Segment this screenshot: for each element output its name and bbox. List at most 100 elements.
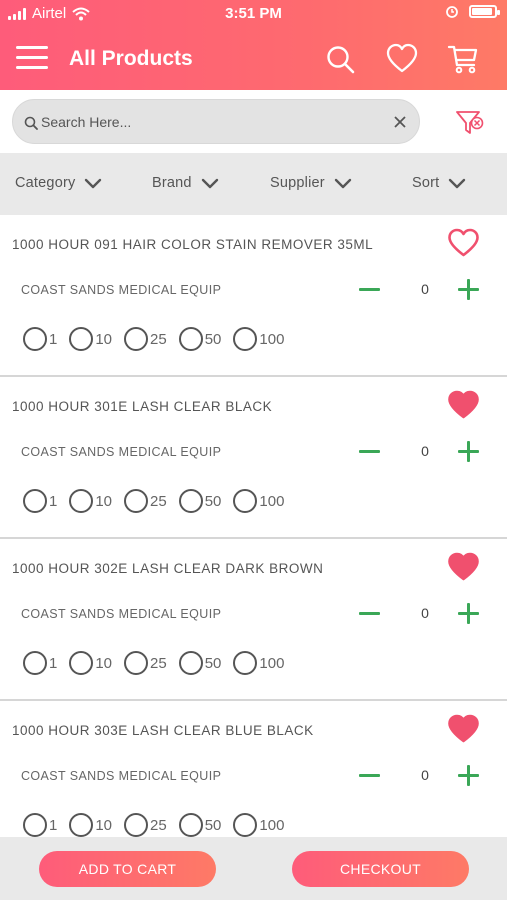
search-input[interactable] — [41, 100, 391, 143]
qty-preset-25[interactable]: 25 — [124, 489, 167, 513]
search-small-icon — [24, 116, 38, 130]
app-header: All Products — [0, 28, 507, 90]
qty-preset-1[interactable]: 1 — [23, 651, 57, 675]
qty-preset-25[interactable]: 25 — [124, 813, 167, 837]
product-card: 1000 HOUR 303E LASH CLEAR BLUE BLACK COA… — [0, 701, 507, 837]
product-list: 1000 HOUR 091 HAIR COLOR STAIN REMOVER 3… — [0, 215, 507, 837]
preset-label: 10 — [95, 816, 113, 834]
quantity-decrease-button[interactable] — [359, 279, 381, 301]
preset-label: 25 — [150, 654, 167, 672]
qty-preset-100[interactable]: 100 — [233, 651, 284, 675]
filter-label: Category — [15, 175, 76, 191]
preset-label: 25 — [150, 816, 167, 834]
qty-preset-100[interactable]: 100 — [233, 327, 284, 351]
menu-button[interactable] — [16, 46, 48, 72]
quantity-presets: 1 10 25 50 100 — [23, 651, 296, 675]
quantity-increase-button[interactable] — [458, 765, 480, 787]
qty-preset-10[interactable]: 10 — [69, 651, 112, 675]
alarm-icon — [446, 6, 458, 18]
favorite-heart-icon[interactable] — [447, 552, 480, 582]
radio-icon — [178, 813, 203, 837]
preset-label: 1 — [49, 330, 58, 348]
qty-preset-25[interactable]: 25 — [124, 651, 167, 675]
qty-preset-50[interactable]: 50 — [178, 813, 222, 837]
filter-category[interactable]: Category — [15, 175, 102, 191]
radio-icon — [233, 327, 258, 351]
quantity-increase-button[interactable] — [458, 441, 480, 463]
radio-icon — [23, 327, 47, 351]
quantity-decrease-button[interactable] — [359, 603, 381, 625]
quantity-value: 0 — [421, 605, 429, 621]
qty-preset-50[interactable]: 50 — [178, 489, 222, 513]
filter-supplier[interactable]: Supplier — [270, 175, 352, 191]
filter-sort[interactable]: Sort — [412, 175, 466, 191]
quantity-decrease-button[interactable] — [359, 441, 381, 463]
clear-search-icon[interactable] — [391, 113, 409, 131]
cart-icon[interactable] — [447, 43, 479, 75]
battery-icon — [469, 4, 500, 18]
qty-preset-100[interactable]: 100 — [233, 489, 284, 513]
filter-brand[interactable]: Brand — [152, 175, 219, 191]
preset-label: 1 — [49, 492, 58, 510]
radio-icon — [233, 813, 258, 837]
quantity-increase-button[interactable] — [458, 279, 480, 301]
qty-preset-25[interactable]: 25 — [124, 327, 167, 351]
qty-preset-1[interactable]: 1 — [23, 489, 57, 513]
product-supplier: COAST SANDS MEDICAL EQUIP — [21, 607, 222, 621]
quantity-presets: 1 10 25 50 100 — [23, 327, 296, 351]
quantity-presets: 1 10 25 50 100 — [23, 489, 296, 513]
status-time: 3:51 PM — [225, 5, 282, 22]
radio-icon — [124, 327, 149, 351]
favorite-heart-icon[interactable] — [447, 228, 480, 258]
preset-label: 10 — [95, 330, 113, 348]
radio-icon — [178, 489, 203, 513]
product-supplier: COAST SANDS MEDICAL EQUIP — [21, 769, 222, 783]
chevron-down-icon — [85, 178, 102, 188]
quantity-value: 0 — [421, 281, 429, 297]
preset-label: 50 — [204, 492, 222, 510]
search-icon[interactable] — [324, 43, 356, 75]
preset-label: 50 — [204, 816, 222, 834]
chevron-down-icon — [201, 178, 218, 188]
quantity-increase-button[interactable] — [458, 603, 480, 625]
quantity-decrease-button[interactable] — [359, 765, 381, 787]
quantity-value: 0 — [421, 767, 429, 783]
favorite-heart-icon[interactable] — [447, 714, 480, 744]
product-name: 1000 HOUR 302E LASH CLEAR DARK BROWN — [12, 561, 324, 576]
preset-label: 25 — [150, 330, 167, 348]
qty-preset-10[interactable]: 10 — [69, 327, 112, 351]
preset-label: 50 — [204, 654, 222, 672]
qty-preset-50[interactable]: 50 — [178, 327, 221, 351]
filter-label: Sort — [412, 175, 440, 191]
preset-label: 1 — [49, 816, 58, 834]
radio-icon — [178, 327, 203, 351]
qty-preset-1[interactable]: 1 — [23, 327, 57, 351]
radio-icon — [233, 489, 258, 513]
qty-preset-1[interactable]: 1 — [23, 813, 57, 837]
product-name: 1000 HOUR 091 HAIR COLOR STAIN REMOVER 3… — [12, 237, 374, 252]
radio-icon — [69, 651, 94, 675]
heart-icon[interactable] — [386, 43, 418, 75]
product-supplier: COAST SANDS MEDICAL EQUIP — [21, 283, 222, 297]
radio-icon — [124, 651, 149, 675]
qty-preset-100[interactable]: 100 — [233, 813, 284, 837]
preset-label: 1 — [49, 654, 58, 672]
preset-label: 10 — [95, 492, 113, 510]
favorite-heart-icon[interactable] — [447, 390, 480, 420]
add-to-cart-button[interactable]: ADD TO CART — [39, 851, 216, 887]
product-name: 1000 HOUR 301E LASH CLEAR BLACK — [12, 399, 273, 414]
checkout-button[interactable]: CHECKOUT — [292, 851, 469, 887]
qty-preset-10[interactable]: 10 — [69, 813, 112, 837]
product-supplier: COAST SANDS MEDICAL EQUIP — [21, 445, 222, 459]
product-card: 1000 HOUR 091 HAIR COLOR STAIN REMOVER 3… — [0, 215, 507, 377]
radio-icon — [69, 327, 94, 351]
qty-preset-50[interactable]: 50 — [178, 651, 222, 675]
bottom-action-bar: ADD TO CART CHECKOUT — [0, 837, 507, 900]
radio-icon — [124, 813, 149, 837]
qty-preset-10[interactable]: 10 — [69, 489, 112, 513]
preset-label: 100 — [259, 816, 285, 834]
radio-icon — [69, 813, 94, 837]
filter-clear-icon[interactable] — [455, 108, 485, 138]
status-right — [445, 4, 500, 18]
chevron-down-icon — [334, 178, 352, 188]
